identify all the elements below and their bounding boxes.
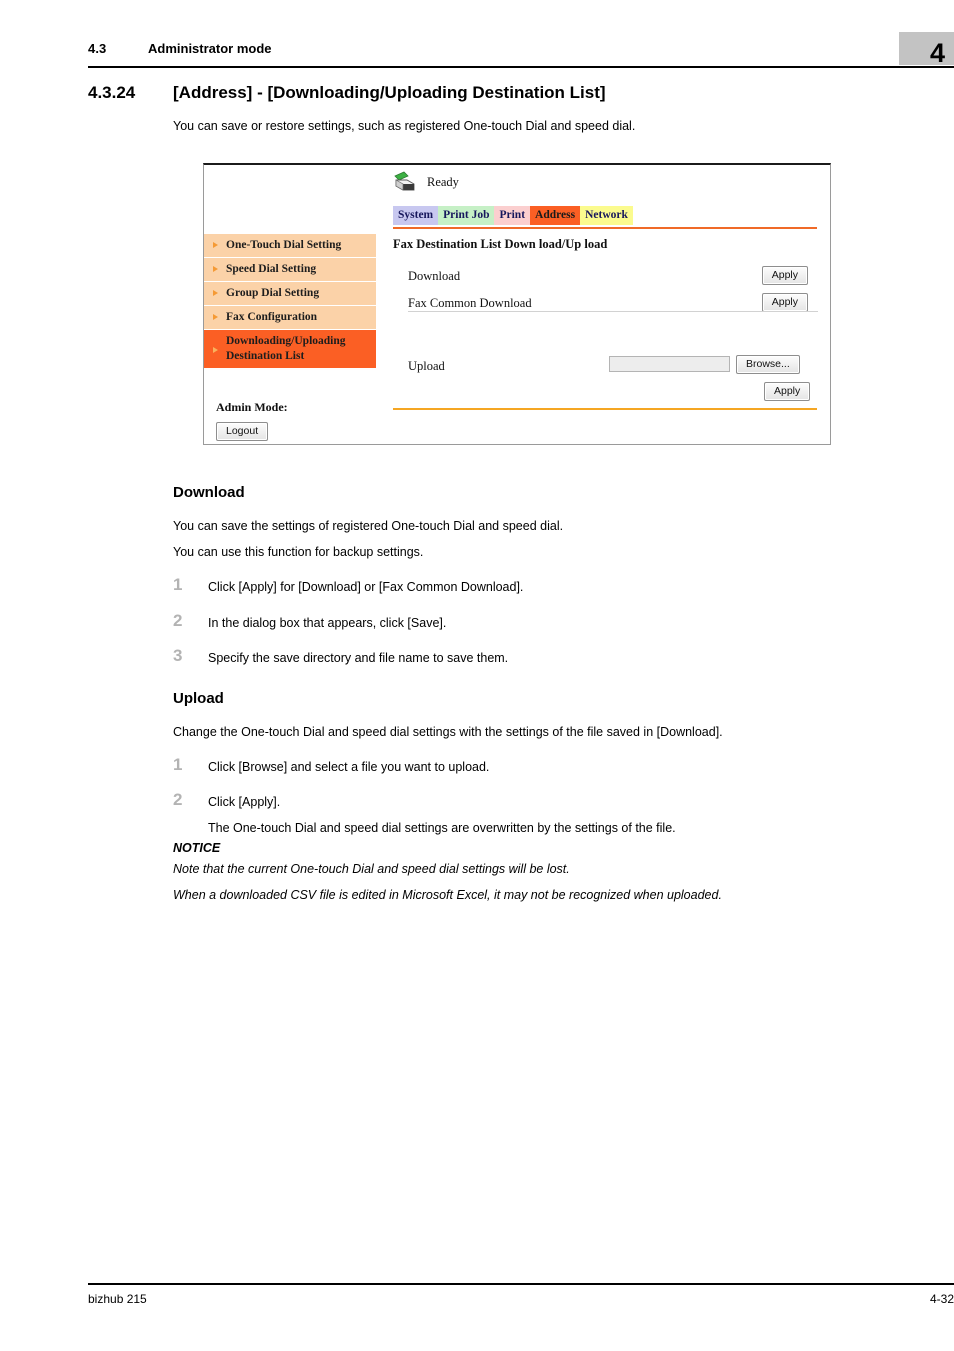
upload-step-2-note: The One-touch Dial and speed dial settin… xyxy=(208,821,676,835)
chevron-right-icon xyxy=(213,290,218,296)
sidebar-item-group-dial-setting[interactable]: Group Dial Setting xyxy=(204,282,376,306)
section-heading: 4.3.24 [Address] - [Downloading/Uploading… xyxy=(88,83,894,103)
sidebar-item-label: Speed Dial Setting xyxy=(226,263,317,275)
download-label: Download xyxy=(408,269,461,283)
header-section-title: Administrator mode xyxy=(148,41,272,56)
sidebar-item-one-touch-dial-setting[interactable]: One-Touch Dial Setting xyxy=(204,234,376,258)
sidebar-item-downloading-uploading-destination-list[interactable]: Downloading/Uploading Destination List xyxy=(204,330,376,369)
upload-paragraph: Change the One-touch Dial and speed dial… xyxy=(173,725,723,739)
footer-product: bizhub 215 xyxy=(88,1292,147,1306)
tab-print-job[interactable]: Print Job xyxy=(438,206,495,225)
screenshot-sidebar: One-Touch Dial Setting Speed Dial Settin… xyxy=(204,234,376,369)
row-download: Download Apply xyxy=(408,266,822,293)
download-paragraph-2: You can use this function for backup set… xyxy=(173,545,424,559)
download-heading: Download xyxy=(173,484,245,501)
notice-title: NOTICE xyxy=(173,841,221,855)
notice-line-1: Note that the current One-touch Dial and… xyxy=(173,862,570,876)
row-upload: Upload Browse... xyxy=(408,355,822,378)
chevron-right-icon xyxy=(213,242,218,248)
notice-line-2: When a downloaded CSV file is edited in … xyxy=(173,888,722,902)
embedded-screenshot: Ready System Print Job Print Address Net… xyxy=(203,163,831,445)
step-number: 1 xyxy=(173,575,183,594)
step-text: Click [Apply]. xyxy=(208,795,281,809)
section-intro: You can save or restore settings, such a… xyxy=(173,119,636,133)
upload-apply-button[interactable]: Apply xyxy=(764,382,811,401)
printer-icon xyxy=(392,171,418,193)
fax-common-download-label: Fax Common Download xyxy=(408,296,532,310)
section-number: 4.3.24 xyxy=(88,83,136,102)
section-title: [Address] - [Downloading/Uploading Desti… xyxy=(173,83,606,102)
chevron-right-icon xyxy=(213,347,218,353)
printer-status: Ready xyxy=(392,171,459,193)
chapter-number: 4 xyxy=(929,38,945,68)
tab-address[interactable]: Address xyxy=(530,206,581,225)
download-paragraph-1: You can save the settings of registered … xyxy=(173,519,564,533)
tab-print[interactable]: Print xyxy=(494,206,531,225)
upload-heading: Upload xyxy=(173,690,224,707)
footer-page-number: 4-32 xyxy=(929,1292,954,1306)
step-text: Specify the save directory and file name… xyxy=(208,651,509,665)
step-text: Click [Browse] and select a file you wan… xyxy=(208,760,490,774)
panel-divider xyxy=(408,311,818,312)
sidebar-item-label: Downloading/Uploading Destination List xyxy=(226,335,346,362)
logout-button[interactable]: Logout xyxy=(216,422,269,441)
step-number: 3 xyxy=(173,646,183,665)
screenshot-main-panel: Fax Destination List Down load/Up load D… xyxy=(393,237,822,320)
chapter-badge: 4 xyxy=(899,32,954,68)
row-fax-common-download: Fax Common Download Apply xyxy=(408,293,822,320)
sidebar-item-label: One-Touch Dial Setting xyxy=(226,239,342,251)
chevron-right-icon xyxy=(213,266,218,272)
chevron-right-icon xyxy=(213,314,218,320)
header-section-number: 4.3 xyxy=(88,41,107,56)
fax-common-download-apply-button[interactable]: Apply xyxy=(761,293,808,312)
sidebar-item-label: Fax Configuration xyxy=(226,311,318,323)
upload-label: Upload xyxy=(408,359,445,373)
page-header: 4.3 Administrator mode 4 xyxy=(0,0,954,72)
upload-file-input[interactable] xyxy=(609,356,730,372)
sidebar-item-label: Group Dial Setting xyxy=(226,287,320,299)
admin-mode-block: Admin Mode: Logout xyxy=(216,400,376,441)
panel-bottom-divider xyxy=(393,408,817,410)
admin-mode-label: Admin Mode: xyxy=(216,400,288,414)
step-text: Click [Apply] for [Download] or [Fax Com… xyxy=(208,580,524,594)
tab-bar-divider xyxy=(393,227,817,229)
sidebar-item-speed-dial-setting[interactable]: Speed Dial Setting xyxy=(204,258,376,282)
step-number: 1 xyxy=(173,755,183,774)
step-number: 2 xyxy=(173,611,183,630)
browse-button[interactable]: Browse... xyxy=(736,355,800,374)
footer-divider xyxy=(88,1283,954,1285)
tab-system[interactable]: System xyxy=(393,206,439,225)
sidebar-item-fax-configuration[interactable]: Fax Configuration xyxy=(204,306,376,330)
status-label: Ready xyxy=(427,174,459,189)
step-text: In the dialog box that appears, click [S… xyxy=(208,616,447,630)
header-divider xyxy=(88,66,954,68)
download-apply-button[interactable]: Apply xyxy=(761,266,808,285)
tab-network[interactable]: Network xyxy=(580,206,633,225)
tab-bar: System Print Job Print Address Network xyxy=(393,206,633,225)
panel-title: Fax Destination List Down load/Up load xyxy=(393,237,608,251)
step-number: 2 xyxy=(173,790,183,809)
